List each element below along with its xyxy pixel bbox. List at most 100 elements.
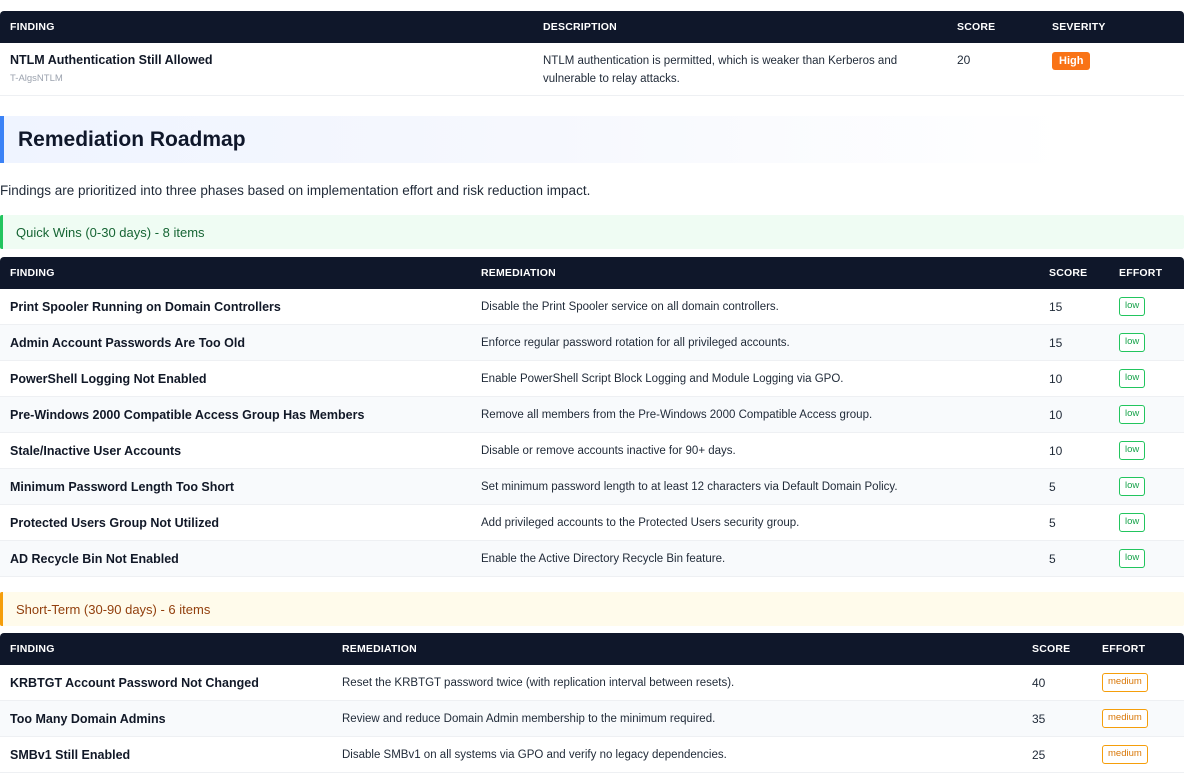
remediation-text: Enforce regular password rotation for al… [471, 324, 1039, 361]
table-row: AD Recycle Bin Not Enabled Enable the Ac… [0, 540, 1184, 577]
table-row: Print Spooler Running on Domain Controll… [0, 289, 1184, 325]
col-finding: FINDING [0, 633, 332, 665]
phase-short-term-heading: Short-Term (30-90 days) - 6 items [0, 592, 1184, 626]
effort-cell: low [1109, 468, 1184, 505]
effort-cell: medium [1092, 665, 1184, 701]
score-value: 35 [1022, 700, 1092, 737]
remediation-text: Disable SMBv1 on all systems via GPO and… [332, 736, 1022, 773]
finding-description: NTLM authentication is permitted, which … [543, 55, 898, 85]
severity-cell: High [1042, 43, 1184, 96]
table-row: Minimum Password Length Too Short Set mi… [0, 468, 1184, 505]
remediation-text: Disable the Print Spooler service on all… [471, 289, 1039, 325]
finding-name: PowerShell Logging Not Enabled [0, 360, 471, 397]
score-value: 40 [1022, 665, 1092, 701]
effort-badge: low [1119, 549, 1146, 568]
effort-badge: low [1119, 369, 1146, 388]
remediation-text: Add privileged accounts to the Protected… [471, 504, 1039, 541]
effort-badge: low [1119, 297, 1146, 316]
col-remediation: REMEDIATION [471, 257, 1039, 289]
finding-id: T-AlgsNTLM [10, 73, 63, 84]
col-effort: EFFORT [1109, 257, 1184, 289]
roadmap-heading: Remediation Roadmap [0, 116, 1184, 163]
effort-badge: low [1119, 477, 1146, 496]
remediation-text: Review and reduce Domain Admin membershi… [332, 700, 1022, 737]
effort-badge: low [1119, 513, 1146, 532]
col-severity: SEVERITY [1042, 11, 1184, 43]
remediation-text: Remove all members from the Pre-Windows … [471, 396, 1039, 433]
table-row: NTLM Authentication Still Allowed T-Algs… [0, 43, 1184, 96]
finding-name: KRBTGT Account Password Not Changed [0, 665, 332, 701]
finding-name: SMBv1 Still Enabled [0, 736, 332, 773]
score-value: 10 [1039, 360, 1109, 397]
table-row: PowerShell Logging Not Enabled Enable Po… [0, 360, 1184, 397]
short-term-rows: KRBTGT Account Password Not Changed Rese… [0, 665, 1184, 773]
effort-badge: medium [1102, 745, 1148, 764]
score-value: 5 [1039, 540, 1109, 577]
description-cell: NTLM authentication is permitted, which … [533, 43, 947, 96]
table-row: Pre-Windows 2000 Compatible Access Group… [0, 396, 1184, 433]
col-score: SCORE [947, 11, 1042, 43]
short-term-table-header: FINDING REMEDIATION SCORE EFFORT [0, 633, 1184, 665]
quick-wins-table: FINDING REMEDIATION SCORE EFFORT Print S… [0, 257, 1184, 577]
score-value: 5 [1039, 468, 1109, 505]
findings-table: FINDING DESCRIPTION SCORE SEVERITY NTLM … [0, 11, 1184, 96]
effort-cell: low [1109, 540, 1184, 577]
col-remediation: REMEDIATION [332, 633, 1022, 665]
effort-cell: low [1109, 324, 1184, 361]
table-row: KRBTGT Account Password Not Changed Rese… [0, 665, 1184, 701]
quick-wins-table-header: FINDING REMEDIATION SCORE EFFORT [0, 257, 1184, 289]
remediation-text: Set minimum password length to at least … [471, 468, 1039, 505]
col-effort: EFFORT [1092, 633, 1184, 665]
phase-quick-wins-heading: Quick Wins (0-30 days) - 8 items [0, 215, 1184, 249]
effort-cell: medium [1092, 736, 1184, 773]
effort-badge: medium [1102, 709, 1148, 728]
col-finding: FINDING [0, 11, 533, 43]
score-value: 10 [1039, 432, 1109, 469]
finding-name: Print Spooler Running on Domain Controll… [0, 289, 471, 325]
effort-badge: low [1119, 441, 1146, 460]
col-score: SCORE [1039, 257, 1109, 289]
finding-name: Protected Users Group Not Utilized [0, 504, 471, 541]
finding-name: Too Many Domain Admins [0, 700, 332, 737]
remediation-text: Disable or remove accounts inactive for … [471, 432, 1039, 469]
score-value: 25 [1022, 736, 1092, 773]
finding-name: NTLM Authentication Still Allowed [10, 53, 213, 67]
remediation-text: Enable the Active Directory Recycle Bin … [471, 540, 1039, 577]
score-cell: 20 [947, 43, 1042, 96]
table-row: Stale/Inactive User Accounts Disable or … [0, 432, 1184, 469]
effort-cell: low [1109, 396, 1184, 433]
effort-badge: low [1119, 405, 1146, 424]
col-score: SCORE [1022, 633, 1092, 665]
finding-name: Admin Account Passwords Are Too Old [0, 324, 471, 361]
col-description: DESCRIPTION [533, 11, 947, 43]
col-finding: FINDING [0, 257, 471, 289]
effort-cell: low [1109, 504, 1184, 541]
findings-table-header: FINDING DESCRIPTION SCORE SEVERITY [0, 11, 1184, 43]
score-value: 15 [1039, 289, 1109, 325]
table-row: SMBv1 Still Enabled Disable SMBv1 on all… [0, 736, 1184, 773]
roadmap-intro: Findings are prioritized into three phas… [0, 183, 591, 198]
remediation-text: Enable PowerShell Script Block Logging a… [471, 360, 1039, 397]
effort-badge: low [1119, 333, 1146, 352]
short-term-table: FINDING REMEDIATION SCORE EFFORT KRBTGT … [0, 633, 1184, 773]
table-row: Protected Users Group Not Utilized Add p… [0, 504, 1184, 541]
score-value: 10 [1039, 396, 1109, 433]
finding-name: Pre-Windows 2000 Compatible Access Group… [0, 396, 471, 433]
quick-wins-rows: Print Spooler Running on Domain Controll… [0, 289, 1184, 577]
severity-badge: High [1052, 52, 1091, 70]
score-value: 5 [1039, 504, 1109, 541]
remediation-text: Reset the KRBTGT password twice (with re… [332, 665, 1022, 701]
table-row: Too Many Domain Admins Review and reduce… [0, 700, 1184, 737]
finding-name: Minimum Password Length Too Short [0, 468, 471, 505]
effort-badge: medium [1102, 673, 1148, 692]
finding-name: AD Recycle Bin Not Enabled [0, 540, 471, 577]
score-value: 15 [1039, 324, 1109, 361]
effort-cell: medium [1092, 700, 1184, 737]
roadmap-title: Remediation Roadmap [18, 127, 246, 151]
effort-cell: low [1109, 432, 1184, 469]
finding-cell: NTLM Authentication Still Allowed T-Algs… [0, 43, 533, 96]
finding-name: Stale/Inactive User Accounts [0, 432, 471, 469]
effort-cell: low [1109, 289, 1184, 325]
table-row: Admin Account Passwords Are Too Old Enfo… [0, 324, 1184, 361]
effort-cell: low [1109, 360, 1184, 397]
